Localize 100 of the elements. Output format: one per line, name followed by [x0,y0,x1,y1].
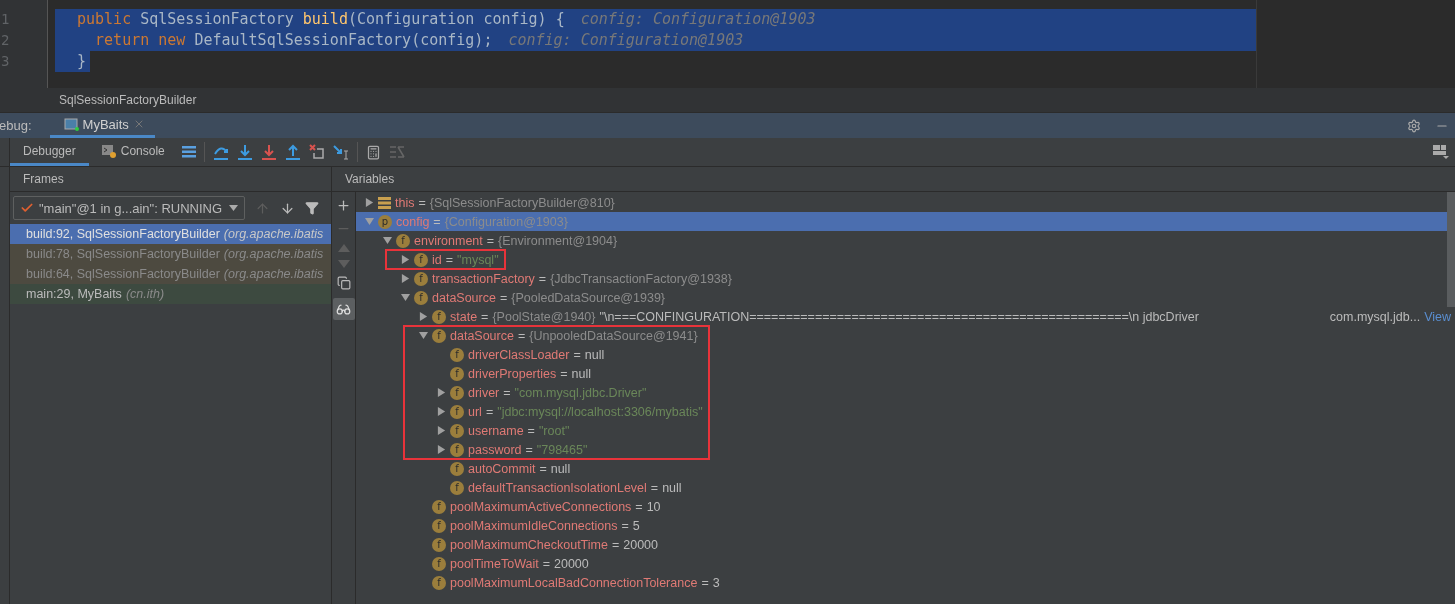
variable-name: poolMaximumIdleConnections [450,518,618,533]
equals-sign: = [538,271,547,286]
collapsed-arrow-icon[interactable] [400,255,410,264]
member-badge-icon: f [450,347,464,362]
variable-value: {Configuration@1903} [444,214,568,229]
pane-title: Frames [23,172,64,186]
variable-value: null [662,480,682,495]
settings-icon[interactable] [1407,118,1421,133]
list-icon [378,196,391,209]
member-badge-icon: p [378,214,392,229]
member-badge-icon: f [450,385,464,400]
view-link[interactable]: View [1424,309,1455,324]
variable-value: null [584,347,605,362]
equals-sign: = [481,309,489,324]
variable-value: 3 [712,575,720,590]
expanded-arrow-icon[interactable] [418,331,428,340]
layout-icon[interactable] [1433,145,1449,159]
down-arrow-icon[interactable] [280,200,295,216]
equals-sign: = [611,537,620,552]
step-into-icon[interactable] [236,144,253,160]
force-step-into-icon[interactable] [260,144,277,160]
calculator-icon[interactable] [365,144,381,160]
variable-name: poolMaximumLocalBadConnectionTolerance [450,575,698,590]
variable-name: poolMaximumCheckoutTime [450,537,608,552]
equals-sign: = [635,499,643,514]
member-badge-icon: f [414,271,428,286]
variable-value: {SqlSessionFactoryBuilder@810} [429,195,615,210]
equals-sign: = [573,347,581,362]
scrollbar-thumb[interactable] [1447,192,1455,307]
equals-sign: = [499,290,508,305]
filter-icon[interactable] [305,201,319,215]
variable-name: username [468,423,524,438]
member-badge-icon: f [450,442,464,457]
caret-icon [229,205,238,211]
collapsed-arrow-icon[interactable] [436,445,446,454]
variable-value: {JdbcTransactionFactory@1938} [550,271,732,286]
variable-name: driverClassLoader [468,347,570,362]
collapsed-arrow-icon[interactable] [436,388,446,397]
member-badge-icon: f [432,556,446,571]
copy-icon[interactable] [336,276,351,290]
collapsed-arrow-icon[interactable] [436,426,446,435]
member-badge-icon: f [432,328,446,343]
variable-value: null [571,366,591,381]
member-badge-icon: f [432,537,446,552]
variable-value: 10 [646,499,661,514]
member-badge-icon: f [450,480,464,495]
window-icon [63,117,79,131]
collapsed-arrow-icon[interactable] [436,407,446,416]
collapsed-arrow-icon[interactable] [418,312,428,321]
variable-name: state [450,309,478,324]
check-icon [20,201,34,215]
variable-name: url [468,404,482,419]
member-badge-icon: f [450,366,464,381]
member-badge-icon: f [432,518,446,533]
add-icon[interactable] [336,198,351,213]
equals-sign: = [445,252,454,267]
variable-value: {UnpooledDataSource@1941} [529,328,698,343]
variable-name: dataSource [432,290,496,305]
variable-name: password [468,442,522,457]
pane-title: Variables [345,172,395,186]
thread-dropdown[interactable]: "main"@1 in g...ain": RUNNING [13,196,245,220]
variable-value: 20000 [623,537,658,552]
equals-sign: = [650,480,659,495]
member-badge-icon: f [414,252,428,267]
step-out-icon[interactable] [284,144,301,160]
equals-sign: = [542,556,550,571]
tool-tab[interactable]: Console [88,138,178,166]
variable-name: driverProperties [468,366,557,381]
member-badge-icon: f [450,423,464,438]
variable-name: dataSource [450,328,514,343]
run-to-cursor-icon[interactable] [332,144,349,160]
member-badge-icon: f [396,233,410,248]
variable-name: environment [414,233,483,248]
expanded-arrow-icon[interactable] [400,293,410,302]
variable-value: "mysql" [457,252,499,267]
variable-value: "798465" [536,442,588,457]
equals-sign: = [621,518,629,533]
variable-name: config [396,214,430,229]
console-icon [101,143,116,158]
expanded-arrow-icon[interactable] [382,236,392,245]
stack-frame[interactable]: main:29, MyBaits (cn.ith) [10,284,331,304]
variable-name: autoCommit [468,461,536,476]
breadcrumb-item[interactable]: SqlSessionFactoryBuilder [59,93,197,107]
variable-value: {PoolState@1940} [492,309,596,324]
variable-value: "root" [538,423,570,438]
collapsed-arrow-icon[interactable] [364,198,374,207]
equals-sign: = [503,385,511,400]
step-over-icon[interactable] [212,144,229,160]
drop-frame-icon[interactable] [308,144,325,160]
equals-sign: = [485,404,494,419]
variable-value: "jdbc:mysql://localhost:3306/mybatis" [497,404,703,419]
watches-toggle[interactable] [332,298,355,320]
member-badge-icon: f [432,309,446,324]
equals-sign: = [539,461,547,476]
stack-frame[interactable]: build:92, SqlSessionFactoryBuilder (org.apache.ibatis [10,224,331,244]
menu-icon[interactable] [181,146,196,158]
collapsed-arrow-icon[interactable] [400,274,410,283]
variable-value: "com.mysql.jdbc.Driver" [514,385,647,400]
string-preview: "\n===CONFINGURATION====================================================\n jdbcDriver [599,309,1199,324]
equals-sign: = [560,366,568,381]
